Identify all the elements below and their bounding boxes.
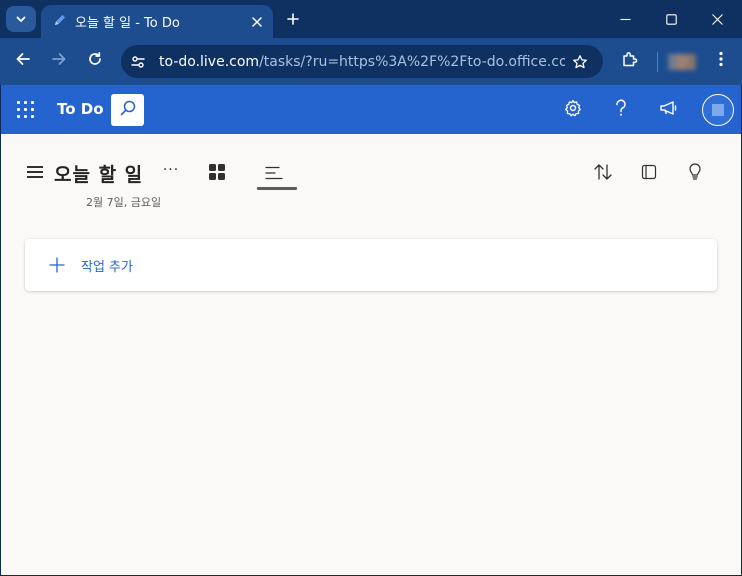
plus-icon xyxy=(47,255,67,275)
url-host: to-do.live.com xyxy=(159,53,260,70)
browser-tab-active[interactable]: 오늘 할 일 - To Do xyxy=(41,5,273,38)
account-avatar[interactable] xyxy=(702,94,734,126)
close-icon[interactable] xyxy=(247,12,267,32)
sort-icon xyxy=(593,163,613,185)
app-header: To Do xyxy=(1,85,741,134)
list-title: 오늘 할 일 xyxy=(54,164,144,186)
url-path: /tasks/?ru=https%3A%2F%2Fto-do.office.co… xyxy=(259,53,565,70)
new-tab-button[interactable] xyxy=(282,8,304,30)
hamburger-icon[interactable] xyxy=(27,165,43,179)
list-options-button[interactable]: ··· xyxy=(159,162,183,182)
back-button[interactable] xyxy=(8,46,38,76)
active-view-indicator xyxy=(257,187,297,190)
avatar xyxy=(668,54,696,70)
add-task-placeholder: 작업 추가 xyxy=(81,259,133,275)
megaphone-icon xyxy=(659,99,679,121)
settings-button[interactable] xyxy=(558,95,588,125)
puzzle-icon xyxy=(621,50,639,72)
search-button[interactable] xyxy=(111,94,144,126)
minimize-button[interactable] xyxy=(602,0,648,38)
kebab-icon xyxy=(719,51,723,71)
app-title[interactable]: To Do xyxy=(57,100,104,118)
list-date: 2월 7일, 금요일 xyxy=(86,196,162,209)
panel-icon xyxy=(641,164,657,184)
gear-icon xyxy=(564,99,582,121)
help-button[interactable] xyxy=(606,95,636,125)
minimize-icon xyxy=(620,10,631,29)
address-bar[interactable]: to-do.live.com/tasks/?ru=https%3A%2F%2Ft… xyxy=(121,45,603,78)
suggestions-button[interactable] xyxy=(683,162,707,186)
app-launcher-icon[interactable] xyxy=(15,99,37,121)
avatar-image xyxy=(712,104,724,116)
plus-icon xyxy=(287,10,299,29)
reload-icon xyxy=(87,51,103,71)
grid-view-icon[interactable] xyxy=(209,164,227,182)
browser-toolbar: to-do.live.com/tasks/?ru=https%3A%2F%2Ft… xyxy=(0,38,742,85)
tasks-main-pane: 오늘 할 일 ··· 2월 7일, 금요일 작업 추가 xyxy=(1,134,741,575)
chevron-down-icon xyxy=(15,10,27,29)
arrow-left-icon xyxy=(15,51,31,71)
profile-button[interactable] xyxy=(657,52,699,72)
forward-button[interactable] xyxy=(44,46,74,76)
lightbulb-icon xyxy=(688,163,702,185)
tab-title: 오늘 할 일 - To Do xyxy=(75,16,180,31)
maximize-button[interactable] xyxy=(648,0,694,38)
arrow-right-icon xyxy=(51,51,67,71)
add-task-input[interactable]: 작업 추가 xyxy=(25,239,717,291)
question-icon xyxy=(614,99,628,121)
list-view-icon xyxy=(265,165,283,184)
sort-button[interactable] xyxy=(591,162,615,186)
close-icon xyxy=(711,10,723,29)
details-pane-button[interactable] xyxy=(637,162,661,186)
list-view-tab[interactable] xyxy=(257,162,297,190)
feedback-button[interactable] xyxy=(654,95,684,125)
tune-icon[interactable] xyxy=(125,49,151,75)
pencil-icon xyxy=(53,12,67,31)
reload-button[interactable] xyxy=(80,46,110,76)
url-text: to-do.live.com/tasks/?ru=https%3A%2F%2Ft… xyxy=(159,54,565,70)
tab-search-button[interactable] xyxy=(6,6,36,32)
search-icon xyxy=(119,99,137,121)
browser-menu-button[interactable] xyxy=(706,46,736,76)
star-icon[interactable] xyxy=(565,47,595,77)
extensions-button[interactable] xyxy=(615,46,645,76)
maximize-icon xyxy=(665,10,677,29)
window-close-button[interactable] xyxy=(694,0,740,38)
browser-tab-strip: 오늘 할 일 - To Do xyxy=(0,0,742,38)
